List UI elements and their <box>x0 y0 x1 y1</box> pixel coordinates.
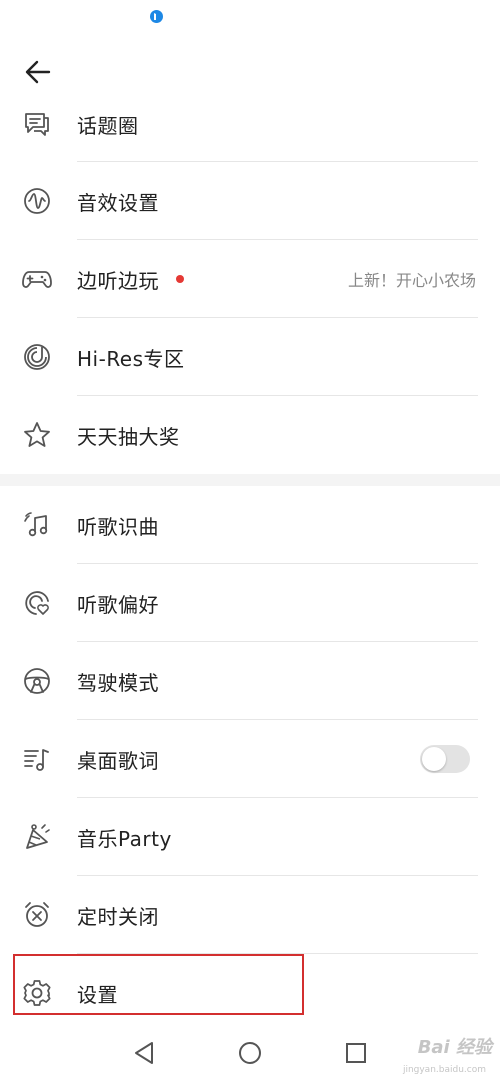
menu-item-daily-lottery[interactable]: 天天抽大奖 <box>0 396 500 474</box>
chat-bubbles-icon <box>20 107 54 141</box>
party-hat-icon <box>20 820 54 854</box>
menu-item-listen-and-play[interactable]: 边听边玩 上新！开心小农场 <box>0 240 500 318</box>
section-gap <box>0 474 500 486</box>
menu-item-label: 边听边玩 <box>77 268 159 293</box>
steering-wheel-icon <box>20 664 54 698</box>
new-badge-dot <box>176 275 184 283</box>
watermark-url: jingyan.baidu.com <box>402 1065 486 1075</box>
nav-recents-button[interactable] <box>338 1035 374 1071</box>
preference-heart-icon <box>20 586 54 620</box>
menu-item-driving-mode[interactable]: 驾驶模式 <box>0 642 500 720</box>
menu-item-label: 天天抽大奖 <box>77 424 180 449</box>
menu-item-hi-res[interactable]: Hi-Res专区 <box>0 318 500 396</box>
nav-recents-icon <box>346 1043 366 1063</box>
menu-item-label: 听歌识曲 <box>77 514 159 539</box>
menu-list: 话题圈 音效设置 边听边玩 上新！开心小农场 Hi-Res专区 天天抽大奖 听歌… <box>0 86 500 1032</box>
menu-item-song-recognition[interactable]: 听歌识曲 <box>0 486 500 564</box>
alarm-clock-icon <box>20 898 54 932</box>
menu-item-topic-circle[interactable]: 话题圈 <box>0 86 500 162</box>
gamepad-icon <box>20 262 54 296</box>
menu-item-settings[interactable]: 设置 <box>0 954 500 1032</box>
hi-res-icon <box>20 340 54 374</box>
menu-item-label: 桌面歌词 <box>77 748 159 773</box>
menu-item-label: 音乐Party <box>77 826 172 851</box>
menu-item-label: Hi-Res专区 <box>77 346 185 371</box>
menu-item-sleep-timer[interactable]: 定时关闭 <box>0 876 500 954</box>
menu-item-music-party[interactable]: 音乐Party <box>0 798 500 876</box>
menu-item-label: 听歌偏好 <box>77 592 159 617</box>
status-indicator-icon <box>150 10 163 23</box>
menu-item-sound-effects[interactable]: 音效设置 <box>0 162 500 240</box>
menu-item-label: 定时关闭 <box>77 904 159 929</box>
gear-icon <box>20 976 54 1010</box>
desktop-lyrics-toggle[interactable] <box>420 745 470 773</box>
music-recognize-icon <box>20 508 54 542</box>
sound-wave-icon <box>20 184 54 218</box>
star-icon <box>20 418 54 452</box>
arrow-left-icon <box>25 60 51 84</box>
menu-item-listening-preference[interactable]: 听歌偏好 <box>0 564 500 642</box>
watermark-logo: Bai 经验 <box>417 1037 492 1058</box>
menu-item-label: 驾驶模式 <box>77 670 159 695</box>
nav-back-icon <box>135 1042 153 1064</box>
menu-item-hint: 上新！开心小农场 <box>347 271 476 290</box>
toggle-knob <box>422 747 446 771</box>
lyrics-icon <box>20 742 54 776</box>
menu-item-desktop-lyrics[interactable]: 桌面歌词 <box>0 720 500 798</box>
nav-home-icon <box>239 1042 261 1064</box>
menu-item-label: 设置 <box>77 982 118 1007</box>
nav-back-button[interactable] <box>126 1035 162 1071</box>
nav-home-button[interactable] <box>232 1035 268 1071</box>
menu-item-label: 音效设置 <box>77 190 159 215</box>
menu-item-label: 话题圈 <box>77 113 139 138</box>
